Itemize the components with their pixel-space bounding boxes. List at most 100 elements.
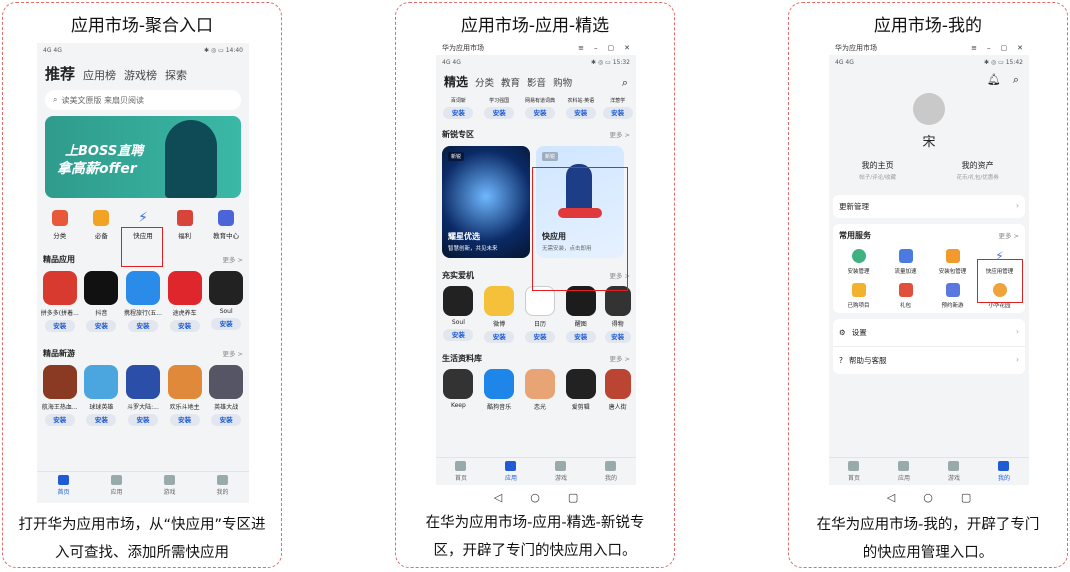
app-item[interactable]: 唐人街 (603, 369, 633, 414)
install-button[interactable]: 安装 (127, 320, 158, 332)
update-management[interactable]: 更新管理 › (833, 195, 1025, 218)
app-item[interactable]: 抖音 安装 (81, 271, 123, 332)
install-button[interactable]: 安装 (86, 414, 117, 426)
shortcut-category[interactable]: 分类 (41, 210, 79, 240)
install-button[interactable]: 安装 (484, 107, 515, 119)
nav-apps[interactable]: 应用 (110, 472, 123, 503)
install-button[interactable]: 安装 (44, 414, 75, 426)
app-item[interactable]: 日历 安装 (521, 286, 559, 343)
app-item[interactable]: 网易有道词典 安装 (521, 94, 559, 119)
tab-featured[interactable]: 精选 (444, 73, 468, 90)
app-item[interactable]: 酷狗音乐 (480, 369, 518, 414)
service-gift[interactable]: 礼包 (882, 283, 929, 309)
install-button[interactable]: 安装 (565, 331, 596, 343)
app-item[interactable]: 学习强国 安装 (480, 94, 518, 119)
tab-education[interactable]: 教育 (501, 75, 520, 89)
menu-icon[interactable]: ≡ (578, 44, 584, 52)
service-traffic-boost[interactable]: 流量加速 (882, 249, 929, 275)
minimize-icon[interactable]: – (987, 44, 991, 52)
service-install-manage[interactable]: 安装管理 (835, 249, 882, 275)
nav-apps[interactable]: 应用 (505, 458, 517, 485)
install-button[interactable]: 安装 (604, 331, 631, 343)
install-button[interactable]: 安装 (524, 331, 555, 343)
more-link[interactable]: 更多 > (222, 254, 243, 265)
app-item[interactable]: 途虎养车 安装 (164, 271, 206, 332)
app-item[interactable]: 百词斩 安装 (439, 94, 477, 119)
app-item[interactable]: Soul 安装 (439, 286, 477, 343)
app-item[interactable]: 醒图 安装 (562, 286, 600, 343)
nav-home[interactable]: 首页 (57, 472, 70, 503)
app-item[interactable]: 英雄大战 安装 (205, 365, 247, 426)
install-button[interactable]: 安装 (86, 320, 117, 332)
nav-mine[interactable]: 我的 (998, 458, 1010, 485)
search-icon[interactable]: ⌕ (1013, 73, 1019, 87)
tab-category[interactable]: 分类 (475, 75, 494, 89)
card-star-select[interactable]: 新锐 耀星优选 智慧创新，共见未来 (442, 146, 530, 258)
app-item[interactable]: Keep (439, 369, 477, 414)
nav-mine[interactable]: 我的 (605, 458, 617, 485)
tab-shopping[interactable]: 购物 (553, 75, 572, 89)
app-item[interactable]: 得物 安装 (603, 286, 633, 343)
maximize-icon[interactable]: ▢ (1001, 44, 1008, 52)
menu-icon[interactable]: ≡ (971, 44, 977, 52)
settings-row[interactable]: ⚙ 设置 › (833, 319, 1025, 347)
my-home-link[interactable]: 我的主页 帖子/评论/收藏 (859, 160, 896, 181)
my-assets-link[interactable]: 我的资产 花币/礼包/优惠券 (957, 160, 999, 181)
more-link[interactable]: 更多 > (222, 348, 243, 359)
tab-media[interactable]: 影音 (527, 75, 546, 89)
install-button[interactable]: 安装 (211, 318, 242, 330)
install-button[interactable]: 安装 (524, 107, 555, 119)
more-link[interactable]: 更多 > (998, 230, 1019, 241)
more-link[interactable]: 更多 > (609, 353, 630, 364)
close-icon[interactable]: ✕ (1017, 44, 1023, 52)
bell-icon[interactable]: 🔔︎ (987, 73, 1001, 87)
app-item[interactable]: 洋葱学 安装 (602, 94, 633, 119)
service-reserve-games[interactable]: 预约新游 (929, 283, 976, 309)
shortcut-benefits[interactable]: 福利 (166, 210, 204, 240)
app-item[interactable]: 携程旅行(五... 安装 (122, 271, 164, 332)
tab-explore[interactable]: 探索 (165, 67, 187, 83)
app-item[interactable]: 欢乐斗地主 安装 (164, 365, 206, 426)
banner[interactable]: 上BOSS直聘 拿高薪offer (45, 116, 241, 198)
shortcut-essentials[interactable]: 必备 (82, 210, 120, 240)
nav-apps[interactable]: 应用 (898, 458, 910, 485)
app-item[interactable]: 恋光 (521, 369, 559, 414)
back-icon[interactable]: ◁ (494, 491, 502, 504)
more-link[interactable]: 更多 > (609, 129, 630, 140)
tab-recommend[interactable]: 推荐 (45, 63, 75, 84)
app-item[interactable]: 斗罗大陆:... 安装 (122, 365, 164, 426)
nav-games[interactable]: 游戏 (555, 458, 567, 485)
tab-game-rank[interactable]: 游戏榜 (124, 67, 157, 83)
install-button[interactable]: 安装 (443, 329, 474, 341)
app-item[interactable]: 拼多多(拼着... 安装 (39, 271, 81, 332)
app-item[interactable]: 爱剪辑 (562, 369, 600, 414)
install-button[interactable]: 安装 (44, 320, 75, 332)
nav-home[interactable]: 首页 (848, 458, 860, 485)
service-purchased[interactable]: 已购项目 (835, 283, 882, 309)
maximize-icon[interactable]: ▢ (608, 44, 615, 52)
nav-games[interactable]: 游戏 (163, 472, 176, 503)
search-icon[interactable]: ⌕ (622, 76, 628, 90)
app-item[interactable]: 球球英雄 安装 (81, 365, 123, 426)
home-circle-icon[interactable]: ○ (923, 491, 933, 504)
install-button[interactable]: 安装 (211, 414, 242, 426)
install-button[interactable]: 安装 (602, 107, 633, 119)
search-input[interactable]: ⌕ 读美文原版 来扇贝阅读 (45, 90, 241, 110)
service-package-manage[interactable]: 安装包管理 (929, 249, 976, 275)
shortcut-education[interactable]: 教育中心 (207, 210, 245, 240)
avatar[interactable] (913, 93, 945, 125)
minimize-icon[interactable]: – (594, 44, 598, 52)
help-row[interactable]: ? 帮助与客服 › (833, 347, 1025, 374)
install-button[interactable]: 安装 (484, 331, 515, 343)
recents-icon[interactable]: ▢ (961, 491, 971, 504)
app-item[interactable]: Soul 安装 (205, 271, 247, 332)
app-item[interactable]: 微博 安装 (480, 286, 518, 343)
tab-app-rank[interactable]: 应用榜 (83, 67, 116, 83)
install-button[interactable]: 安装 (443, 107, 474, 119)
install-button[interactable]: 安装 (565, 107, 596, 119)
nav-games[interactable]: 游戏 (948, 458, 960, 485)
close-icon[interactable]: ✕ (624, 44, 630, 52)
install-button[interactable]: 安装 (169, 320, 200, 332)
back-icon[interactable]: ◁ (887, 491, 895, 504)
recents-icon[interactable]: ▢ (568, 491, 578, 504)
